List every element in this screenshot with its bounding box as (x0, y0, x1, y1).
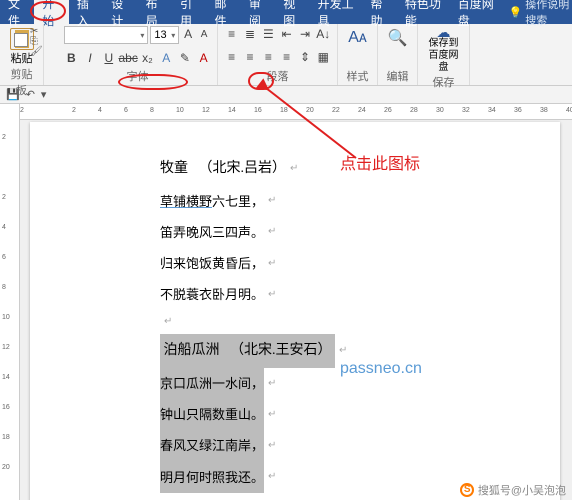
multilevel-icon[interactable]: ☰ (261, 26, 276, 42)
poem1-line3: 归来饱饭黄昏后，↵ (160, 248, 347, 279)
line-spacing-icon[interactable]: ⇕ (297, 49, 312, 65)
align-center-icon[interactable]: ≡ (242, 49, 257, 65)
quick-access-toolbar: 💾 ↶ ▾ (0, 86, 572, 104)
clipboard-side-icons: ✂ ⎘ 🖌 (30, 27, 43, 57)
credit-text: 搜狐号@小吴泡泡 (478, 482, 566, 498)
bullets-icon[interactable]: ≡ (224, 26, 239, 42)
chevron-down-icon: ▾ (140, 31, 144, 40)
poem2-line1: 京口瓜洲一水间，↵ (160, 368, 347, 399)
tab-view[interactable]: 视图 (275, 0, 309, 24)
vertical-ruler: 22468101214161820 (0, 104, 20, 500)
poem1-line4: 不脱蓑衣卧月明。↵ (160, 279, 347, 310)
text-effects-icon[interactable]: A (159, 50, 174, 66)
shading-icon[interactable]: ▦ (316, 49, 331, 65)
tab-home[interactable]: 开始 (34, 0, 68, 24)
lightbulb-icon: 💡 (509, 6, 523, 19)
tell-me-label: 操作说明搜索 (525, 0, 572, 28)
save-line2: 百度网盘 (424, 50, 463, 74)
align-left-icon[interactable]: ≡ (224, 49, 239, 65)
editor-area: 22468101214161820 2246810121416182022242… (0, 104, 572, 500)
page-area: 2246810121416182022242628303234363840 牧童… (20, 104, 572, 500)
font-group-label: 字体 (64, 68, 211, 85)
horizontal-ruler: 2246810121416182022242628303234363840 (20, 104, 572, 120)
sohu-logo-icon (460, 483, 474, 497)
tab-help[interactable]: 帮助 (362, 0, 396, 24)
subscript-icon[interactable]: x₂ (140, 50, 155, 66)
font-color-icon[interactable]: A (196, 50, 211, 66)
save-cloud-button[interactable]: ☁ 保存到 百度网盘 (424, 26, 463, 74)
blank-line: ↵ (160, 310, 347, 334)
paragraph-group-label: 段落 (224, 68, 331, 85)
decrease-indent-icon[interactable]: ⇤ (279, 26, 294, 42)
underline-icon[interactable]: U (101, 50, 116, 66)
highlight-icon[interactable]: ✎ (178, 50, 193, 66)
numbering-icon[interactable]: ≣ (242, 26, 257, 42)
poem2-line2: 钟山只隔数重山。↵ (160, 399, 347, 430)
sort-icon[interactable]: A↓ (316, 26, 331, 42)
paragraph-group: ≡ ≣ ☰ ⇤ ⇥ A↓ ≡ ≡ ≡ ≡ ⇕ ▦ 段落 (218, 24, 338, 85)
tab-layout[interactable]: 布局 (138, 0, 172, 24)
para-mark-icon: ↵ (290, 157, 298, 181)
tab-baidu[interactable]: 百度网盘 (450, 0, 503, 24)
increase-indent-icon[interactable]: ⇥ (297, 26, 312, 42)
poem1-line1: 草铺横野六七里，↵ (160, 186, 347, 217)
poem2-line3: 春风又绿江南岸，↵ (160, 430, 347, 461)
font-size-combo[interactable]: 13 ▾ (150, 26, 179, 44)
italic-icon[interactable]: I (83, 50, 98, 66)
decrease-font-icon[interactable]: A (197, 26, 211, 42)
document-page[interactable]: 牧童 （北宋.吕岩）↵ 草铺横野六七里，↵ 笛弄晚风三四声。↵ 归来饱饭黄昏后，… (30, 122, 560, 500)
styles-group: Aᴀ 样式 (338, 24, 378, 85)
font-family-combo[interactable]: ▾ (64, 26, 148, 44)
tab-mail[interactable]: 邮件 (206, 0, 240, 24)
styles-group-label: 样式 (347, 68, 369, 85)
tab-design[interactable]: 设计 (103, 0, 137, 24)
tab-insert[interactable]: 插入 (69, 0, 103, 24)
tab-bar: 文件 开始 插入 设计 布局 引用 邮件 审阅 视图 开发工具 帮助 特色功能 … (0, 0, 572, 24)
cloud-icon: ☁ (424, 26, 463, 38)
strikethrough-icon[interactable]: abc (120, 50, 136, 66)
styles-icon[interactable]: Aᴀ (345, 26, 371, 50)
chevron-down-icon: ▾ (171, 31, 175, 40)
tell-me-search[interactable]: 💡 操作说明搜索 (509, 0, 572, 28)
document-body: 牧童 （北宋.吕岩）↵ 草铺横野六七里，↵ 笛弄晚风三四声。↵ 归来饱饭黄昏后，… (160, 152, 347, 493)
annotation-text: 点击此图标 (340, 150, 420, 174)
poem1-title: 牧童 （北宋.吕岩）↵ (160, 152, 347, 186)
ribbon: 粘贴 剪贴板 ✂ ⎘ 🖌 ▾ 13 ▾ A A B I U abc x₂ A (0, 24, 572, 86)
tab-features[interactable]: 特色功能 (397, 0, 450, 24)
poem1-line2: 笛弄晚风三四声。↵ (160, 217, 347, 248)
save-group: ☁ 保存到 百度网盘 保存 (418, 24, 470, 85)
format-painter-icon[interactable]: 🖌 (30, 47, 43, 57)
increase-font-icon[interactable]: A (181, 26, 195, 42)
credit-footer: 搜狐号@小吴泡泡 (460, 482, 566, 498)
editing-group-label: 编辑 (387, 68, 409, 85)
poem2-line4: 明月何时照我还。↵ (160, 462, 347, 493)
save-line1: 保存到 (424, 38, 463, 50)
editing-group: 🔍 编辑 (378, 24, 418, 85)
tab-devtools[interactable]: 开发工具 (310, 0, 363, 24)
poem2-title: 泊船瓜洲 （北宋.王安石） ↵ (160, 334, 347, 368)
tab-file[interactable]: 文件 (0, 0, 34, 24)
tab-review[interactable]: 审阅 (241, 0, 275, 24)
clipboard-group-label: 剪贴板 (6, 66, 37, 99)
bold-icon[interactable]: B (64, 50, 79, 66)
save-group-label: 保存 (433, 74, 455, 91)
tab-references[interactable]: 引用 (172, 0, 206, 24)
font-group: ▾ 13 ▾ A A B I U abc x₂ A ✎ A 字体 (58, 24, 218, 85)
find-icon[interactable]: 🔍 (385, 26, 411, 50)
qat-dropdown-icon[interactable]: ▾ (41, 88, 47, 101)
font-size-value: 13 (154, 29, 166, 41)
justify-icon[interactable]: ≡ (279, 49, 294, 65)
watermark-text: passneo.cn (340, 360, 422, 378)
align-right-icon[interactable]: ≡ (261, 49, 276, 65)
